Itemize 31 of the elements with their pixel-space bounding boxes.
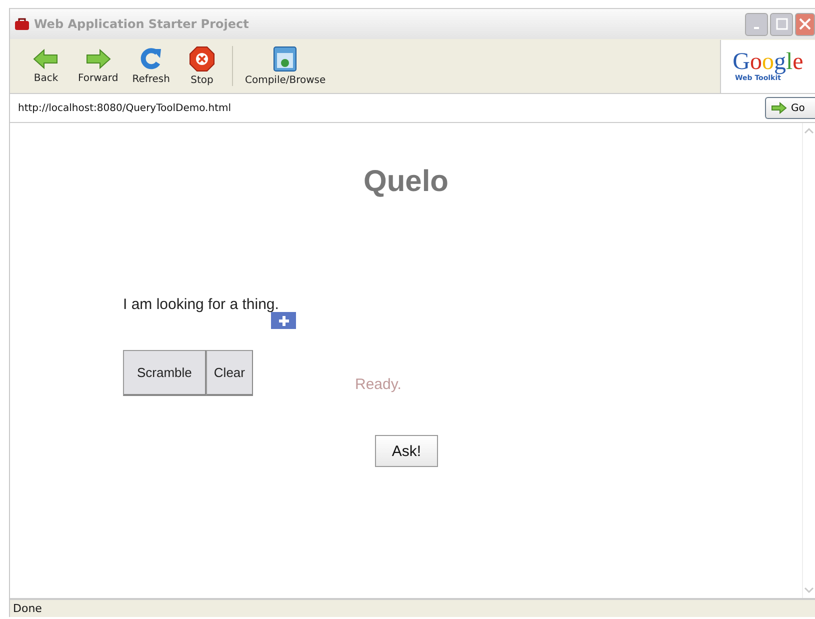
status-message: Ready. [355,376,402,395]
scramble-button[interactable]: Scramble [123,350,206,396]
back-button[interactable]: Back [22,44,70,88]
ask-button[interactable]: Ask! [375,435,438,467]
minimize-button[interactable] [745,12,768,36]
close-button[interactable] [795,12,815,36]
browser-window-icon [272,46,298,72]
forward-button[interactable]: Forward [72,44,124,88]
maximize-button[interactable] [770,12,793,36]
add-button[interactable] [271,312,296,329]
stop-button[interactable]: Stop [178,42,226,90]
refresh-button[interactable]: Refresh [126,43,176,89]
close-icon [799,18,811,30]
toolbox-icon [14,17,30,31]
stop-icon [188,46,215,72]
compile-button[interactable]: Compile/Browse [238,42,332,90]
clear-button[interactable]: Clear [206,350,253,396]
maximize-icon [776,18,788,30]
right-arrow-icon [85,48,112,70]
logo-name: Google [732,50,804,74]
status-text: Done [13,602,42,615]
address-field[interactable]: http://localhost:8080/QueryToolDemo.html [10,102,765,114]
window-title: Web Application Starter Project [34,17,249,31]
plus-icon [278,316,288,326]
left-arrow-icon [33,48,59,70]
minimize-icon [754,27,759,29]
scrollbar[interactable] [802,123,815,598]
go-button[interactable]: Go [765,97,815,119]
query-sentence: I am looking for a thing. [123,296,279,313]
right-arrow-icon [771,102,787,114]
page-heading: Quelo [362,165,450,199]
